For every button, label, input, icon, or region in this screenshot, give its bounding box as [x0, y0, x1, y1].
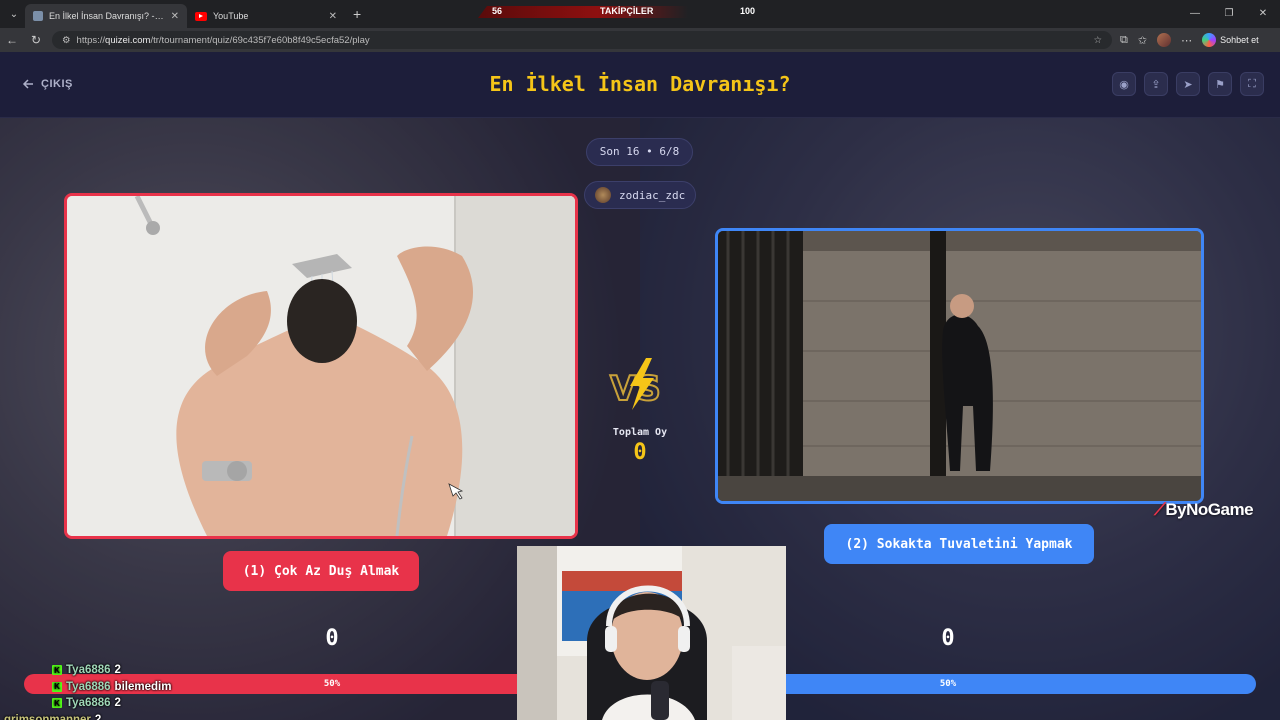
more-menu-icon[interactable]: ⋯	[1181, 34, 1192, 47]
street-photo	[718, 231, 1201, 501]
tab-youtube[interactable]: YouTube ✕	[187, 4, 345, 28]
close-tab-icon[interactable]: ✕	[171, 11, 179, 22]
tab-quizei[interactable]: En İlkel İnsan Davranışı? - Tier List...…	[25, 4, 187, 28]
right-vote-count: 0	[941, 626, 955, 651]
chat-message: grimsonmanner 2	[4, 713, 102, 720]
shower-photo	[67, 196, 575, 536]
minimize-icon[interactable]: —	[1178, 0, 1212, 28]
chat-message: K Tya6886 bilemedim	[0, 679, 520, 696]
close-tab-icon[interactable]: ✕	[329, 11, 337, 22]
copilot-icon	[1202, 33, 1217, 47]
option-left-button[interactable]: (1) Çok Az Duş Almak	[223, 551, 419, 591]
flag-icon[interactable]: ⚑	[1208, 72, 1232, 96]
url-text: https://quizei.com/tr/tournament/quiz/69…	[76, 34, 370, 46]
favorite-star-icon[interactable]: ☆	[1093, 35, 1102, 46]
fullscreen-icon[interactable]: ⛶	[1240, 72, 1264, 96]
restore-icon[interactable]: ❐	[1212, 0, 1246, 28]
total-votes-value: 0	[633, 440, 647, 465]
browser-tab-bar: ⌄ En İlkel İnsan Davranışı? - Tier List.…	[0, 0, 1280, 28]
user-avatar	[595, 187, 611, 203]
kick-badge-icon: K	[52, 665, 62, 676]
webcam-feed	[517, 546, 786, 720]
back-icon[interactable]: ←	[0, 33, 24, 47]
left-vote-count: 0	[325, 626, 339, 651]
stream-chat: K Tya6886 2 K Tya6886 bilemedim K Tya6886 2 gr…	[0, 662, 520, 720]
share-icon[interactable]: ⇪	[1144, 72, 1168, 96]
follower-count: 56	[492, 6, 503, 16]
copilot-button[interactable]: Sohbet et	[1202, 33, 1259, 47]
tab-title: En İlkel İnsan Davranışı? - Tier List...	[49, 11, 165, 21]
option-right-image[interactable]	[715, 228, 1204, 504]
reload-icon[interactable]: ↻	[24, 33, 48, 47]
quizei-favicon-icon	[33, 11, 43, 21]
round-badge: Son 16 • 6/8	[586, 138, 693, 166]
bynogame-watermark: ⟋ByNoGame	[1154, 500, 1254, 519]
versus-icon: VS	[609, 358, 662, 410]
total-votes-label: Toplam Oy	[612, 427, 668, 438]
kick-badge-icon: K	[52, 698, 62, 709]
option-left-image[interactable]	[64, 193, 578, 539]
profile-avatar[interactable]	[1157, 33, 1172, 47]
tab-title: YouTube	[213, 11, 249, 21]
kick-badge-icon: K	[52, 681, 62, 692]
quiz-header: ÇIKIŞ En İlkel İnsan Davranışı? ◉ ⇪ ➤ ⚑ …	[0, 52, 1280, 118]
close-window-icon[interactable]: ✕	[1246, 0, 1280, 28]
tab-search-icon[interactable]: ⌄	[3, 3, 25, 25]
follower-goal-overlay: 56 TAKİPÇİLER 100	[478, 3, 788, 19]
page-title: En İlkel İnsan Davranışı?	[489, 72, 791, 96]
chat-message: K Tya6886 2	[0, 695, 520, 712]
favorites-icon[interactable]: ✩	[1138, 34, 1147, 47]
browser-toolbar: ← ↻ ⚙ https://quizei.com/tr/tournament/q…	[0, 28, 1280, 52]
follower-goal: 100	[740, 6, 756, 16]
youtube-favicon-icon	[195, 11, 207, 21]
send-icon[interactable]: ➤	[1176, 72, 1200, 96]
user-badge: zodiac_zdc	[584, 181, 696, 209]
new-tab-icon[interactable]: +	[353, 6, 361, 22]
webcam-overlay	[517, 546, 786, 720]
chat-message: K Tya6886 2	[0, 662, 520, 679]
address-bar[interactable]: ⚙ https://quizei.com/tr/tournament/quiz/…	[52, 31, 1112, 49]
follower-label: TAKİPÇİLER	[600, 6, 654, 16]
window-controls: — ❐ ✕	[1178, 0, 1280, 28]
extensions-icon[interactable]: ⧉	[1120, 34, 1128, 47]
eye-icon[interactable]: ◉	[1112, 72, 1136, 96]
site-info-icon[interactable]: ⚙	[62, 35, 71, 46]
option-right-button[interactable]: (2) Sokakta Tuvaletini Yapmak	[824, 524, 1094, 564]
quiz-page: ÇIKIŞ En İlkel İnsan Davranışı? ◉ ⇪ ➤ ⚑ …	[0, 52, 1280, 720]
